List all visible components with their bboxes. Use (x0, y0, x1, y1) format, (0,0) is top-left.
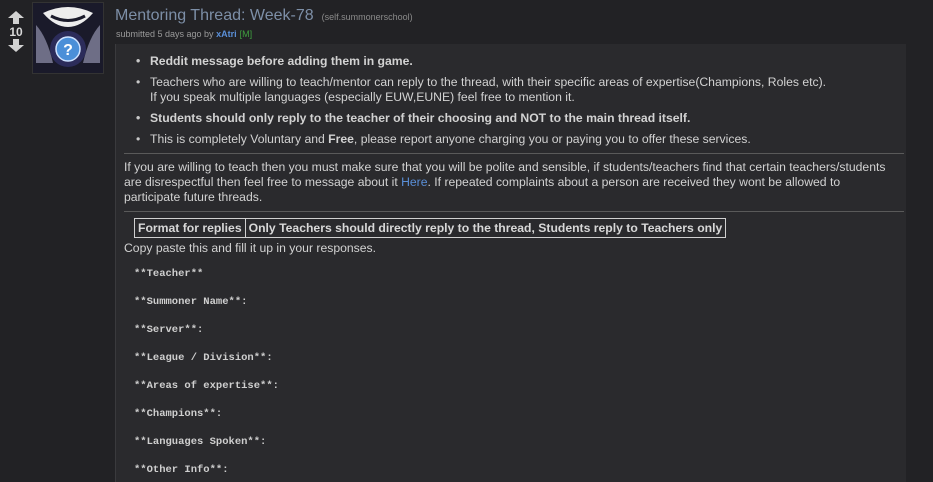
template-field: **League / Division**: (134, 352, 273, 364)
template-field: **Summoner Name**: (134, 296, 248, 308)
template-field: **Server**: (134, 324, 204, 336)
upvote-arrow-icon[interactable] (6, 11, 26, 25)
template-field: **Champions**: (134, 408, 223, 420)
table-header: Only Teachers should directly reply to t… (244, 218, 727, 238)
post-body: Reddit message before adding them in gam… (115, 44, 906, 482)
score: 10 (9, 25, 23, 39)
svg-text:?: ? (63, 42, 73, 59)
rule-bold-text: Free (328, 132, 354, 146)
post-tagline: submitted 5 days ago by xAtri [M] (116, 29, 252, 39)
copy-paste-text: Copy paste this and fill it up in your r… (124, 241, 377, 255)
teacher-conduct-paragraph: If you are willing to teach then you mus… (124, 160, 892, 205)
rule-text: Reddit message before adding them in gam… (150, 54, 413, 68)
rule-item: Teachers who are willing to teach/mentor… (136, 75, 906, 105)
rule-item: Reddit message before adding them in gam… (136, 54, 906, 69)
submitted-text: submitted 5 days ago by (116, 29, 214, 39)
downvote-arrow-icon[interactable] (6, 39, 26, 53)
horizontal-rule (124, 211, 904, 212)
post-title-row: Mentoring Thread: Week-78 (self.summoners… (115, 7, 413, 25)
template-field: **Languages Spoken**: (134, 436, 267, 448)
here-link[interactable]: Here (401, 175, 427, 189)
rule-text: , please report anyone charging you or p… (353, 132, 751, 146)
summoner-school-logo-icon: ? (33, 3, 103, 73)
moderator-tag: [M] (239, 29, 253, 39)
template-field: **Teacher** (134, 268, 204, 280)
rule-text: If you speak multiple languages (especia… (150, 90, 575, 104)
horizontal-rule (124, 153, 904, 154)
template-field: **Other Info**: (134, 464, 229, 476)
format-table: Format for replies Only Teachers should … (134, 218, 727, 238)
rule-text: This is completely Voluntary and (150, 132, 329, 146)
post-title-link[interactable]: Mentoring Thread: Week-78 (115, 7, 314, 24)
vote-column: 10 (6, 11, 26, 53)
template-field: **Areas of expertise**: (134, 380, 279, 392)
post-domain[interactable]: (self.summonerschool) (322, 12, 413, 22)
subreddit-thumbnail[interactable]: ? (32, 2, 104, 74)
rules-list: Reddit message before adding them in gam… (116, 54, 906, 153)
author-link[interactable]: xAtri (216, 29, 237, 39)
rule-item: This is completely Voluntary and Free, p… (136, 132, 906, 147)
rule-text: Students should only reply to the teache… (150, 111, 691, 125)
rule-item: Students should only reply to the teache… (136, 111, 906, 126)
table-header: Format for replies (134, 218, 246, 238)
rule-text: Teachers who are willing to teach/mentor… (150, 75, 827, 89)
